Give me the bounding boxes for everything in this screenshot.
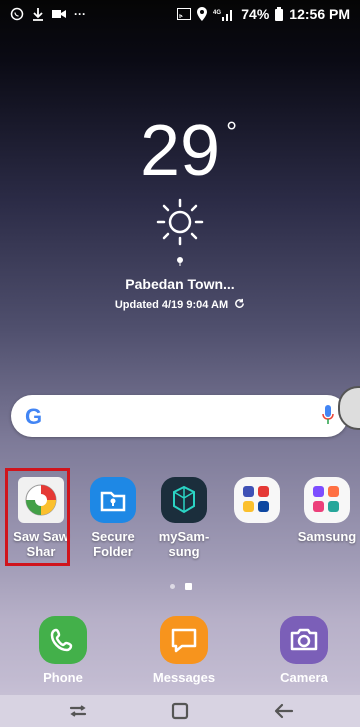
home-page-icon[interactable] (185, 583, 192, 590)
home-button-icon[interactable] (168, 699, 192, 723)
weather-location: Pabedan Town... (125, 276, 235, 292)
google-logo: G (25, 404, 43, 429)
camera-icon (280, 616, 328, 664)
sun-icon (156, 198, 204, 246)
app-samsung-folder[interactable]: Samsung (290, 473, 360, 544)
highlight-box (5, 468, 70, 566)
mic-icon[interactable] (322, 405, 334, 425)
battery-percent: 74% (241, 6, 270, 22)
location-icon (197, 7, 208, 21)
recent-apps-icon[interactable] (66, 699, 90, 723)
mysamsung-icon (161, 477, 207, 523)
app-folder[interactable] (220, 473, 294, 529)
page-indicator (170, 583, 192, 590)
svg-text:4G: 4G (213, 10, 221, 16)
status-time: 12:56 PM (289, 6, 350, 22)
download-icon (33, 8, 43, 21)
app-secure-folder[interactable]: Secure Folder (76, 473, 150, 559)
secure-folder-icon (90, 477, 136, 523)
refresh-icon[interactable] (234, 298, 245, 309)
status-bar: ··· 4G 74% 12:56 PM (0, 0, 360, 30)
phone-icon (39, 616, 87, 664)
status-right: 4G 74% 12:56 PM (177, 6, 350, 22)
signal-icon: 4G (213, 10, 233, 21)
back-icon[interactable] (272, 699, 296, 723)
video-icon (52, 10, 66, 18)
dock-camera[interactable]: Camera (264, 616, 344, 685)
app-label: mySam- sung (158, 529, 210, 559)
google-search-bar[interactable]: G (11, 395, 348, 437)
status-left: ··· (10, 6, 86, 22)
app-label: Samsung (297, 529, 357, 544)
cast-icon (177, 8, 192, 20)
app-label: Secure Folder (91, 529, 135, 559)
app-mysamsung[interactable]: mySam- sung (147, 473, 221, 559)
weather-updated: Updated 4/19 9:04 AM (0, 298, 360, 311)
dock-label: Phone (43, 670, 83, 685)
dock-messages[interactable]: Messages (144, 616, 224, 685)
temperature: 29 (140, 111, 221, 191)
more-icon: ··· (74, 7, 86, 21)
degree-symbol: ° (226, 116, 238, 147)
dock-label: Messages (152, 670, 216, 685)
weather-updated-text: Updated 4/19 9:04 AM (114, 299, 229, 311)
samsung-folder-icon (304, 477, 350, 523)
battery-icon (275, 7, 284, 21)
dock-phone[interactable]: Phone (23, 616, 103, 685)
messages-icon (160, 616, 208, 664)
dock-label: Camera (280, 670, 328, 685)
whatsapp-icon (10, 7, 24, 21)
location-pin-icon (177, 257, 183, 266)
navigation-bar (0, 695, 360, 727)
page-dot[interactable] (170, 584, 175, 589)
folder-icon (234, 477, 280, 523)
